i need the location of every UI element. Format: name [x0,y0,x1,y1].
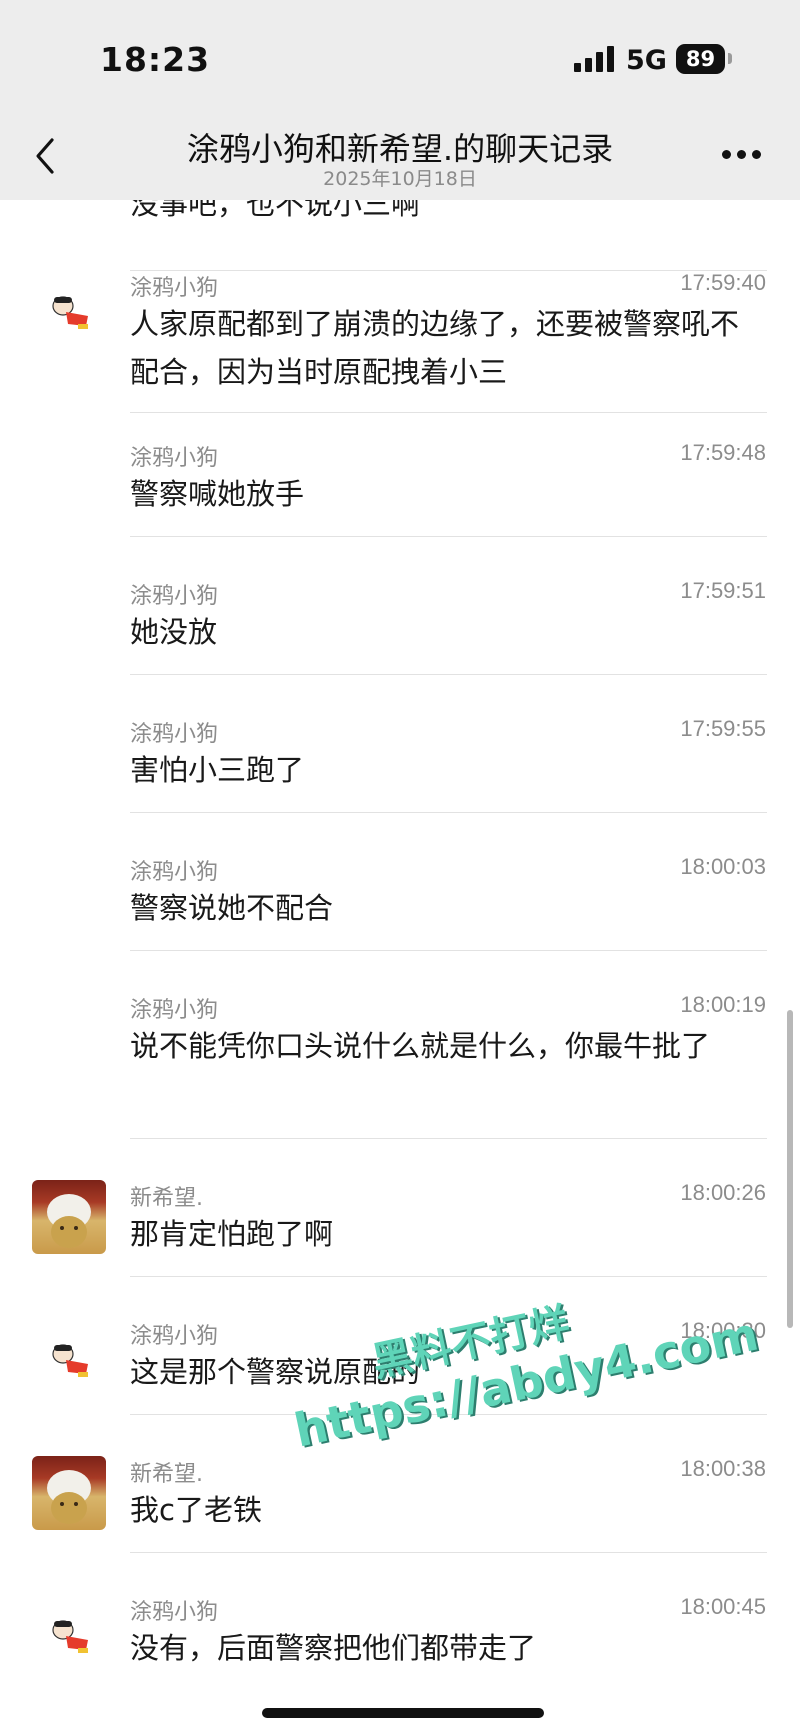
message-text: 警察喊她放手 [130,477,305,511]
message-time: 18:00:45 [680,1594,766,1619]
avatar-dog-icon[interactable] [48,1618,94,1658]
network-label: 5G [626,45,667,76]
message-text: 人家原配都到了崩溃的边缘了，还要被警察吼不配合，因为当时原配拽着小三 [130,307,740,389]
sender-name: 涂鸦小狗 [130,1600,219,1625]
sender-name: 涂鸦小狗 [130,722,219,747]
message-time: 18:00:03 [680,854,766,879]
message-text: 我c了老铁 [130,1493,262,1527]
message-text: 这是那个警察说原配的 [130,1355,421,1389]
message-text: 警察说她不配合 [130,891,334,925]
divider [130,1138,767,1139]
divider [130,536,767,537]
divider [130,412,767,413]
scrollbar[interactable] [787,1010,793,1328]
home-indicator[interactable] [262,1708,544,1718]
divider [130,674,767,675]
divider [130,1414,767,1415]
message-text: 害怕小三跑了 [130,753,305,787]
message-time: 17:59:40 [680,270,766,295]
sender-name: 新希望. [130,1186,203,1211]
message-text: 说不能凭你口头说什么就是什么，你最牛批了 [130,1029,711,1063]
message-time: 18:00:19 [680,992,766,1017]
divider [130,1276,767,1277]
battery-nub [728,53,732,64]
message-text: 她没放 [130,615,218,649]
divider [130,950,767,951]
sender-name: 涂鸦小狗 [130,860,219,885]
avatar-image[interactable] [32,1456,106,1530]
divider [130,270,767,271]
page-date: 2025年10月18日 [323,168,477,190]
chat-record-list: 没事吧，也不说小三啊 涂鸦小狗 17:59:40 人家原配都到了崩溃的边缘了，还… [0,200,800,1735]
message-time: 18:00:30 [680,1318,766,1343]
avatar-dog-icon[interactable] [48,1342,94,1382]
message-text: 没事吧，也不说小三啊 [130,200,421,221]
status-bar: 18:23 5G 89 [0,0,800,118]
message-time: 17:59:55 [680,716,766,741]
sender-name: 涂鸦小狗 [130,998,219,1023]
sender-name: 涂鸦小狗 [130,584,219,609]
sender-name: 涂鸦小狗 [130,1324,219,1349]
message-time: 17:59:51 [680,578,766,603]
message-time: 18:00:26 [680,1180,766,1205]
status-time: 18:23 [100,40,211,79]
sender-name: 涂鸦小狗 [130,276,219,301]
message-text: 没有，后面警察把他们都带走了 [130,1631,537,1665]
signal-icon [574,46,616,72]
sender-name: 新希望. [130,1462,203,1487]
avatar-image[interactable] [32,1180,106,1254]
message-time: 17:59:48 [680,440,766,465]
divider [130,812,767,813]
sender-name: 涂鸦小狗 [130,446,219,471]
battery-icon: 89 [676,44,725,74]
message-time: 18:00:38 [680,1456,766,1481]
message-text: 那肯定怕跑了啊 [130,1217,334,1251]
avatar-dog-icon[interactable] [48,294,94,334]
divider [130,1552,767,1553]
more-options-icon[interactable] [722,150,762,162]
nav-bar: 涂鸦小狗和新希望.的聊天记录 2025年10月18日 [0,118,800,200]
